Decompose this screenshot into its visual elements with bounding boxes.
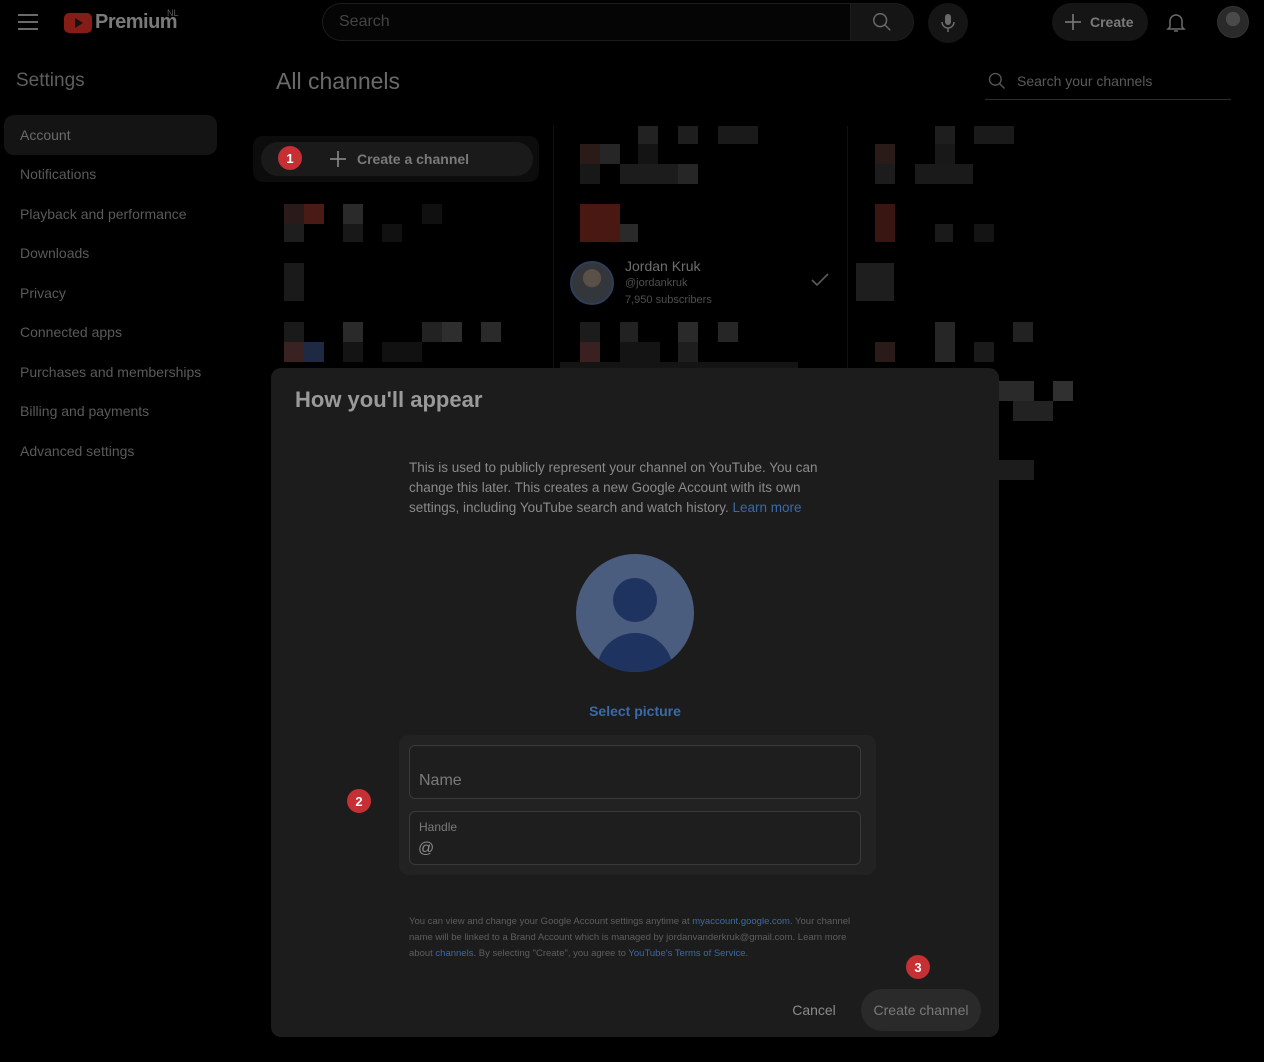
search-icon (873, 13, 891, 31)
learn-more-link[interactable]: Learn more (732, 500, 801, 515)
sidebar-item-privacy[interactable]: Privacy (4, 273, 217, 313)
checkmark-icon (811, 273, 829, 287)
handle-label: Handle (419, 820, 458, 834)
channel-search-placeholder: Search your channels (1017, 72, 1153, 89)
microphone-icon (941, 14, 955, 32)
name-field[interactable]: Name (409, 745, 861, 799)
channel-search-input[interactable]: Search your channels (985, 62, 1231, 100)
step-marker-3: 3 (906, 955, 930, 979)
top-bar: Premium NL Search Create (0, 0, 1264, 48)
sidebar-item-connected-apps[interactable]: Connected apps (4, 313, 217, 353)
search-icon (988, 72, 1005, 89)
sidebar-item-notifications[interactable]: Notifications (4, 155, 217, 195)
plus-icon (1065, 14, 1081, 30)
channel-subscribers: 7,950 subscribers (625, 294, 712, 306)
create-button[interactable]: Create (1052, 3, 1148, 41)
settings-title: Settings (16, 70, 85, 91)
channel-item[interactable]: Jordan Kruk @jordankruk 7,950 subscriber… (570, 258, 840, 310)
youtube-premium-logo[interactable]: Premium (64, 11, 178, 34)
settings-sidebar: Account Notifications Playback and perfo… (4, 115, 217, 471)
page-title: All channels (276, 68, 401, 94)
plus-icon (330, 151, 346, 167)
bell-icon[interactable] (1164, 10, 1188, 34)
sidebar-item-billing[interactable]: Billing and payments (4, 392, 217, 432)
logo-text: Premium (95, 11, 178, 33)
column-divider (553, 126, 554, 368)
terms-of-service-link[interactable]: YouTube's Terms of Service (628, 948, 745, 959)
dialog-title: How you'll appear (295, 387, 483, 412)
sidebar-item-account[interactable]: Account (4, 115, 217, 155)
channel-name: Jordan Kruk (625, 258, 701, 274)
create-label: Create (1090, 14, 1134, 30)
sidebar-item-advanced[interactable]: Advanced settings (4, 431, 217, 471)
sidebar-item-purchases[interactable]: Purchases and memberships (4, 352, 217, 392)
search-button[interactable] (850, 3, 914, 41)
sidebar-item-downloads[interactable]: Downloads (4, 234, 217, 274)
fine-print-text: . (745, 948, 749, 959)
handle-field[interactable]: Handle @ (409, 811, 861, 865)
dialog-fine-print: You can view and change your Google Acco… (409, 914, 859, 962)
dialog-description: This is used to publicly represent your … (409, 458, 839, 518)
channel-avatar (570, 261, 614, 305)
default-avatar-icon[interactable] (576, 554, 694, 672)
fine-print-text: . By selecting "Create", you agree to (473, 948, 629, 959)
channel-fields: Name Handle @ (399, 735, 876, 875)
create-a-channel-label: Create a channel (357, 151, 470, 167)
menu-icon[interactable] (18, 14, 38, 30)
fine-print-text: You can view and change your Google Acco… (409, 916, 693, 927)
select-picture-link[interactable]: Select picture (271, 703, 999, 719)
cancel-button[interactable]: Cancel (781, 989, 847, 1031)
voice-search-button[interactable] (928, 3, 968, 43)
account-avatar[interactable] (1217, 6, 1249, 38)
create-channel-button[interactable]: Create channel (861, 989, 981, 1031)
channel-handle: @jordankruk (625, 277, 688, 289)
name-placeholder: Name (419, 772, 462, 789)
youtube-play-icon (64, 12, 92, 33)
step-marker-1: 1 (278, 146, 302, 170)
search-input[interactable]: Search (322, 3, 850, 41)
channels-link[interactable]: channels (435, 948, 473, 959)
create-channel-dialog: How you'll appear This is used to public… (271, 368, 999, 1037)
column-divider (847, 126, 848, 368)
handle-prefix: @ (418, 840, 435, 857)
step-marker-2: 2 (347, 789, 371, 813)
region-code: NL (167, 8, 179, 18)
sidebar-item-playback[interactable]: Playback and performance (4, 194, 217, 234)
myaccount-link[interactable]: myaccount.google.com (692, 916, 790, 927)
